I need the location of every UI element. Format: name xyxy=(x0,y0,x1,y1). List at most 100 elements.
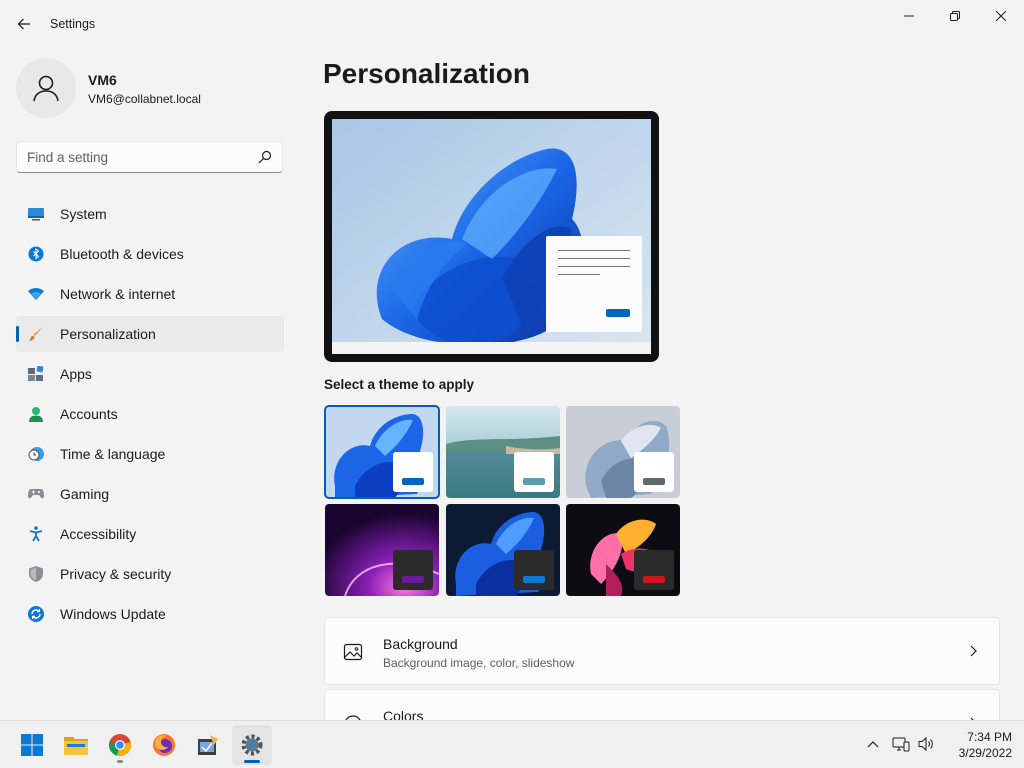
sidebar-item-label: Personalization xyxy=(60,326,156,342)
background-settings-card[interactable]: Background Background image, color, slid… xyxy=(324,617,1000,685)
sidebar-item-accessibility[interactable]: Accessibility xyxy=(16,516,284,552)
user-email: VM6@collabnet.local xyxy=(88,92,201,106)
firefox-button[interactable] xyxy=(144,725,184,765)
user-profile[interactable]: VM6 VM6@collabnet.local xyxy=(16,58,286,118)
shield-icon xyxy=(28,566,44,582)
sidebar-nav: System Bluetooth & devices Network & int… xyxy=(16,196,284,636)
theme-accent-swatch xyxy=(523,478,545,485)
sidebar-item-label: Bluetooth & devices xyxy=(60,246,184,262)
wallpaper-preview xyxy=(332,119,651,354)
chevron-up-icon xyxy=(867,741,879,748)
accounts-icon xyxy=(28,406,44,422)
minimize-button[interactable] xyxy=(886,0,932,32)
sidebar-item-apps[interactable]: Apps xyxy=(16,356,284,392)
theme-glow[interactable] xyxy=(446,406,560,498)
theme-captured-motion[interactable] xyxy=(566,406,680,498)
card-subtitle: Background image, color, slideshow xyxy=(383,656,575,670)
close-icon xyxy=(996,11,1006,21)
card-title: Background xyxy=(383,636,458,652)
brush-icon xyxy=(28,326,44,342)
volume-icon xyxy=(918,736,933,752)
restore-icon xyxy=(950,11,960,21)
sidebar-item-label: Windows Update xyxy=(60,606,166,622)
theme-windows-dark[interactable] xyxy=(446,504,560,596)
sidebar-item-label: Time & language xyxy=(60,446,166,462)
file-explorer-button[interactable] xyxy=(56,725,96,765)
search-icon[interactable] xyxy=(258,150,272,164)
close-button[interactable] xyxy=(978,0,1024,32)
gamepad-icon xyxy=(28,486,44,502)
title-bar: Settings xyxy=(0,0,1024,48)
sidebar-item-label: Privacy & security xyxy=(60,566,172,582)
preview-taskbar xyxy=(332,342,651,354)
sidebar-item-label: Accounts xyxy=(60,406,118,422)
active-indicator xyxy=(244,760,260,763)
bluetooth-icon xyxy=(28,246,44,262)
file-explorer-icon xyxy=(64,737,88,755)
themes-grid xyxy=(324,405,680,597)
preview-window xyxy=(546,236,642,332)
clock[interactable]: 7:34 PM 3/29/2022 xyxy=(944,729,1012,761)
start-icon xyxy=(21,734,43,756)
theme-accent-swatch xyxy=(643,576,665,583)
sidebar-item-label: Gaming xyxy=(60,486,110,502)
back-button[interactable] xyxy=(12,10,36,38)
restore-button[interactable] xyxy=(932,0,978,32)
app-title: Settings xyxy=(50,17,96,31)
sidebar-item-label: Accessibility xyxy=(60,526,137,542)
sidebar-item-personalization[interactable]: Personalization xyxy=(16,316,284,352)
theme-accent-swatch xyxy=(402,478,424,485)
start-button[interactable] xyxy=(12,725,52,765)
image-icon xyxy=(343,643,363,661)
settings-icon xyxy=(241,734,263,756)
sidebar-item-label: Apps xyxy=(60,366,92,382)
clock-time: 7:34 PM xyxy=(967,730,1012,744)
apps-icon xyxy=(28,366,44,382)
system-icon xyxy=(28,206,44,222)
clock-globe-icon xyxy=(28,446,44,462)
accessibility-icon xyxy=(28,526,44,542)
chrome-button[interactable] xyxy=(100,725,140,765)
search-input[interactable] xyxy=(27,142,252,172)
sidebar-item-time-language[interactable]: Time & language xyxy=(16,436,284,472)
sidebar-item-network-internet[interactable]: Network & internet xyxy=(16,276,284,312)
back-arrow-icon xyxy=(17,18,30,30)
network-icon xyxy=(892,737,910,752)
sidebar-item-gaming[interactable]: Gaming xyxy=(16,476,284,512)
theme-accent-swatch xyxy=(402,576,424,583)
theme-accent-swatch xyxy=(523,576,545,583)
chrome-icon xyxy=(109,734,131,756)
app-button[interactable] xyxy=(188,725,228,765)
sidebar-item-accounts[interactable]: Accounts xyxy=(16,396,284,432)
theme-preview xyxy=(324,111,659,362)
network-tray-button[interactable] xyxy=(890,733,912,755)
update-icon xyxy=(28,606,44,622)
sidebar-item-bluetooth-devices[interactable]: Bluetooth & devices xyxy=(16,236,284,272)
settings-button[interactable] xyxy=(232,725,272,765)
minimize-icon xyxy=(904,15,914,17)
app-icon xyxy=(198,735,218,755)
user-name: VM6 xyxy=(88,72,117,88)
theme-windows-light[interactable] xyxy=(324,405,440,499)
search-box[interactable] xyxy=(16,141,283,173)
theme-accent-swatch xyxy=(643,478,665,485)
theme-flow[interactable] xyxy=(566,504,680,596)
show-hidden-icons-button[interactable] xyxy=(862,733,884,755)
themes-label: Select a theme to apply xyxy=(324,377,475,392)
chevron-right-icon xyxy=(970,645,977,657)
sidebar-item-label: Network & internet xyxy=(60,286,176,302)
user-icon xyxy=(33,75,59,102)
wifi-icon xyxy=(28,286,44,302)
sidebar-item-label: System xyxy=(60,206,107,222)
sidebar-item-privacy-security[interactable]: Privacy & security xyxy=(16,556,284,592)
sidebar-item-system[interactable]: System xyxy=(16,196,284,232)
page-title: Personalization xyxy=(323,58,530,89)
running-indicator xyxy=(117,760,123,763)
firefox-icon xyxy=(153,734,175,756)
taskbar: 7:34 PM 3/29/2022 xyxy=(0,720,1024,768)
clock-date: 3/29/2022 xyxy=(958,746,1012,760)
avatar[interactable] xyxy=(16,58,76,118)
volume-tray-button[interactable] xyxy=(915,733,937,755)
theme-sunrise[interactable] xyxy=(325,504,439,596)
sidebar-item-windows-update[interactable]: Windows Update xyxy=(16,596,284,632)
